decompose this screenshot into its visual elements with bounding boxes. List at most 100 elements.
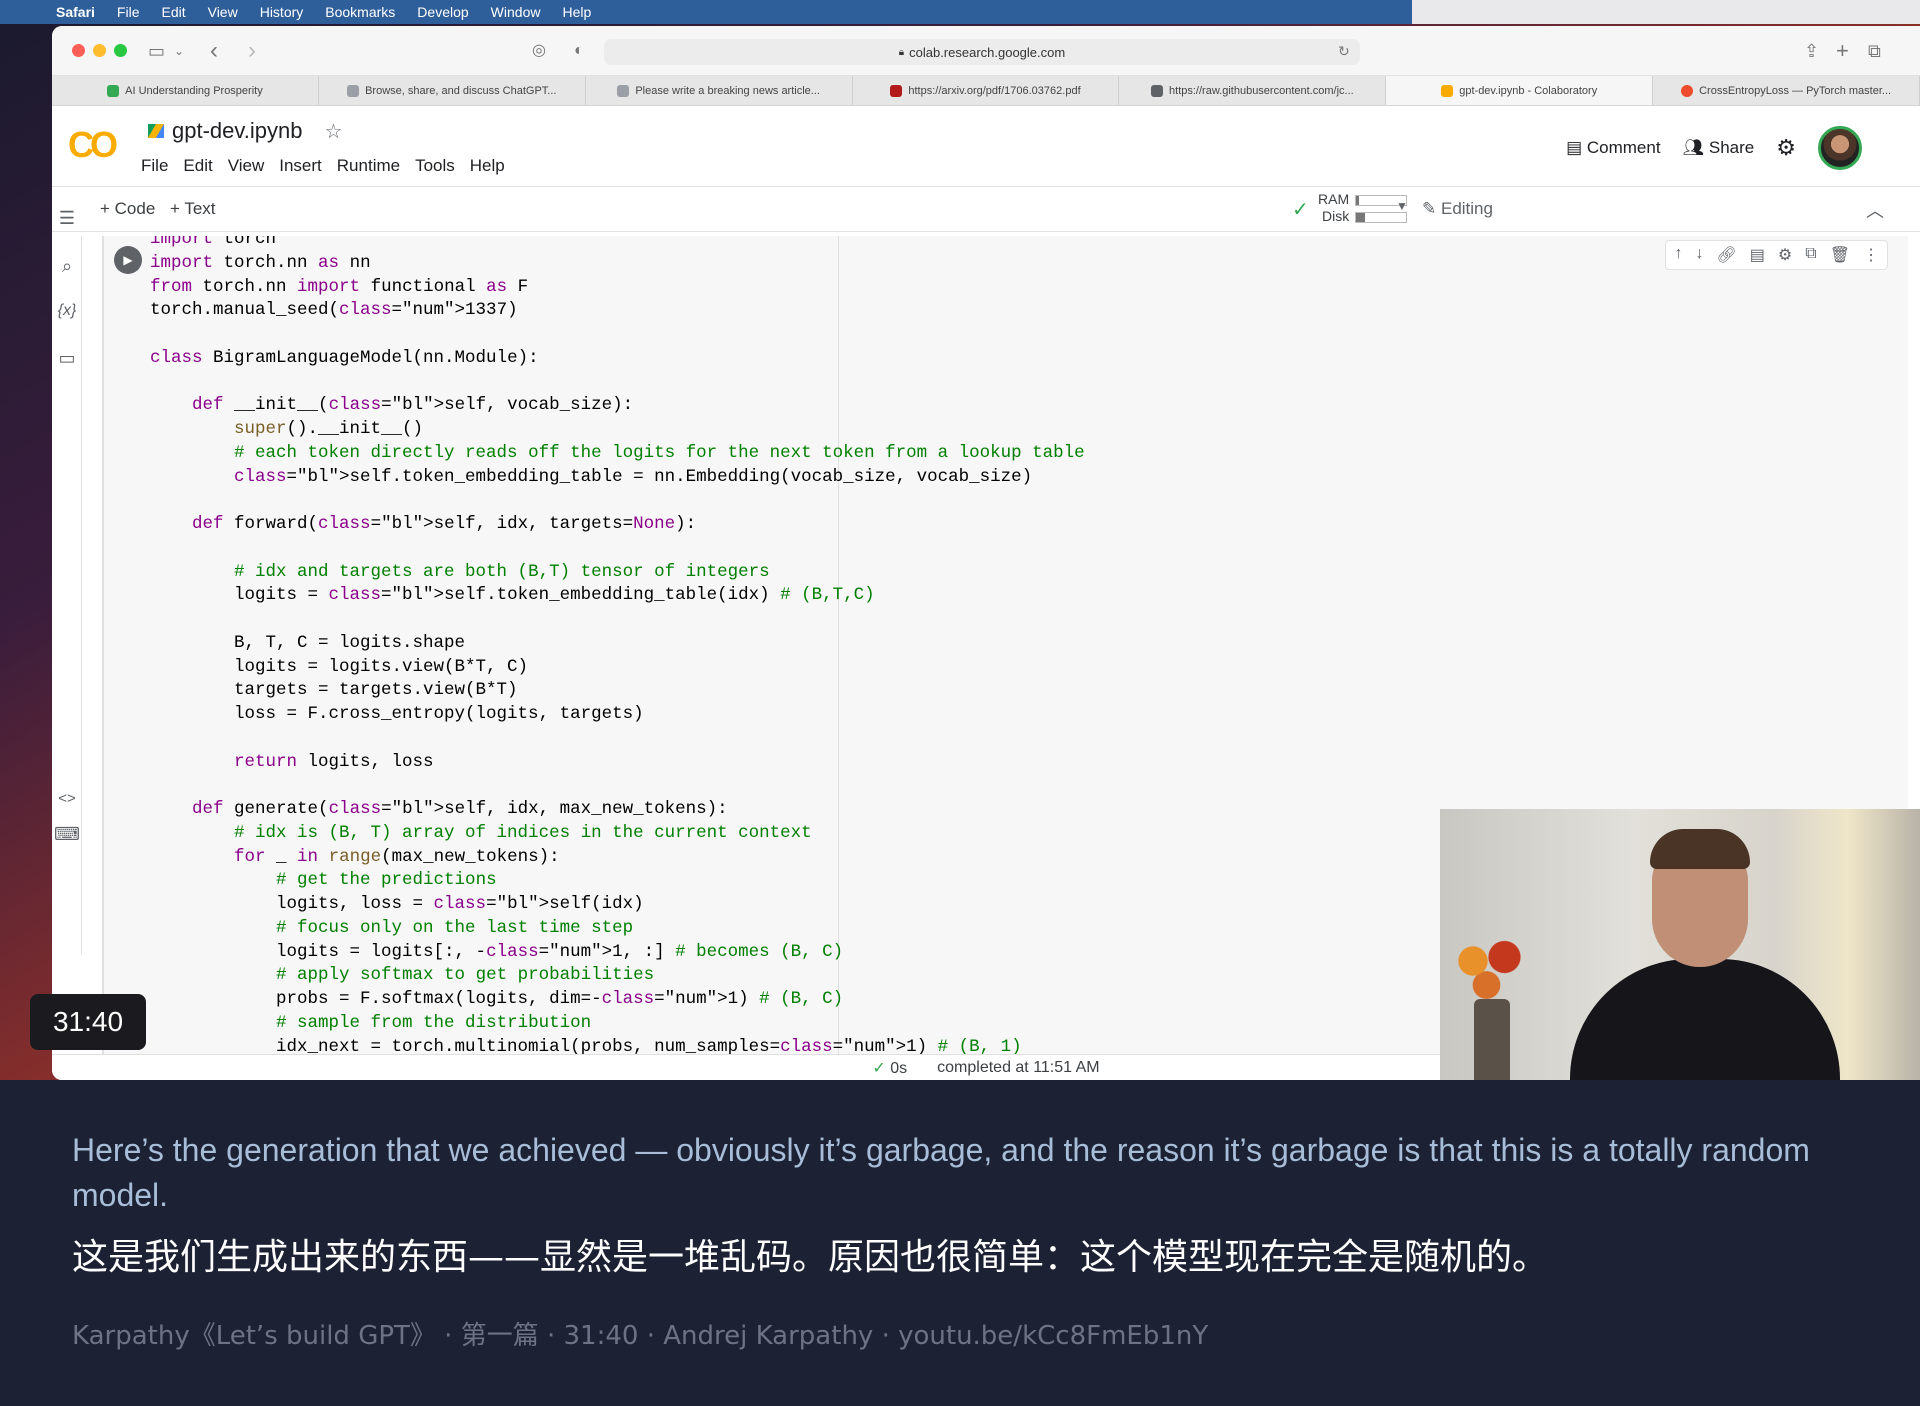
tab-breaking-news[interactable]: Please write a breaking news article... [586, 76, 853, 105]
menubar-file[interactable]: File [117, 4, 140, 20]
back-icon[interactable]: ‹ [210, 38, 218, 64]
share-button[interactable]: 👥︎ Share [1683, 138, 1755, 158]
minimize-window-button[interactable] [93, 44, 106, 57]
code-line[interactable]: targets = targets.view(B*T) [150, 679, 1085, 703]
tab-arxiv[interactable]: https://arxiv.org/pdf/1706.03762.pdf [853, 76, 1120, 105]
code-line[interactable]: def __init__(class="bl">self, vocab_size… [150, 394, 1085, 418]
link-icon[interactable]: 🔗︎ [1716, 245, 1736, 265]
menu-runtime[interactable]: Runtime [337, 156, 400, 176]
variables-icon[interactable]: {x} [54, 302, 80, 320]
menubar-window[interactable]: Window [491, 4, 541, 20]
collapse-header-icon[interactable]: ︿ [1866, 197, 1884, 223]
code-line[interactable]: return logits, loss [150, 751, 1085, 775]
code-line[interactable]: loss = F.cross_entropy(logits, targets) [150, 703, 1085, 727]
avatar[interactable] [1818, 126, 1862, 170]
code-line[interactable] [150, 537, 1085, 561]
add-code-button[interactable]: + Code [100, 199, 155, 219]
code-snippets-icon[interactable]: <> [54, 790, 80, 807]
menu-help[interactable]: Help [470, 156, 505, 176]
code-line[interactable] [150, 608, 1085, 632]
tab-colab-active[interactable]: gpt-dev.ipynb - Colaboratory [1386, 76, 1654, 105]
code-line[interactable] [150, 489, 1085, 513]
command-palette-icon[interactable]: ⌨ [54, 824, 80, 845]
menubar-history[interactable]: History [260, 4, 304, 20]
colab-logo[interactable]: CO [68, 124, 118, 166]
code-line[interactable]: import torch [150, 236, 1085, 252]
new-tab-icon[interactable]: + [1836, 38, 1849, 64]
run-cell-button[interactable]: ▶ [114, 246, 142, 274]
menu-edit[interactable]: Edit [183, 156, 212, 176]
tab-overview-icon[interactable]: ⧉ [1868, 38, 1881, 64]
code-line[interactable]: # sample from the distribution [150, 1012, 1085, 1036]
menubar-view[interactable]: View [208, 4, 238, 20]
code-line[interactable]: # focus only on the last time step [150, 917, 1085, 941]
files-folder-icon[interactable]: ▭ [54, 348, 80, 369]
comment-cell-icon[interactable]: ▤ [1750, 245, 1765, 265]
menubar-help[interactable]: Help [562, 4, 591, 20]
code-line[interactable] [150, 371, 1085, 395]
code-line[interactable]: super().__init__() [150, 418, 1085, 442]
mirror-cell-icon[interactable]: ⧉ [1805, 245, 1816, 265]
tab-pytorch[interactable]: CrossEntropyLoss — PyTorch master... [1653, 76, 1920, 105]
code-line[interactable] [150, 323, 1085, 347]
menubar-edit[interactable]: Edit [161, 4, 185, 20]
tab-github-raw[interactable]: https://raw.githubusercontent.com/jc... [1119, 76, 1387, 105]
privacy-icon[interactable]: ◎ [532, 38, 546, 64]
notebook-title[interactable]: gpt-dev.ipynb [172, 118, 302, 144]
shield-icon[interactable]: ◐ [574, 38, 584, 64]
address-bar[interactable]: 🔒︎ colab.research.google.com [604, 39, 1360, 65]
settings-gear-icon[interactable]: ⚙ [1776, 135, 1796, 161]
menubar-bookmarks[interactable]: Bookmarks [325, 4, 395, 20]
code-line[interactable]: def forward(class="bl">self, idx, target… [150, 513, 1085, 537]
search-icon[interactable]: ⌕ [54, 256, 80, 277]
move-down-icon[interactable]: ↓ [1695, 245, 1703, 265]
menu-view[interactable]: View [228, 156, 265, 176]
code-line[interactable]: logits = logits.view(B*T, C) [150, 656, 1085, 680]
chevron-down-icon[interactable]: ⌄ [174, 38, 184, 64]
code-editor[interactable]: import torch import torch.nn as nn from to… [150, 236, 1085, 1058]
reload-icon[interactable]: ↻ [1338, 38, 1350, 64]
code-line[interactable]: from torch.nn import functional as F [150, 276, 1085, 300]
code-line[interactable]: class="bl">self.token_embedding_table = … [150, 466, 1085, 490]
forward-icon[interactable]: › [248, 38, 256, 64]
menu-tools[interactable]: Tools [415, 156, 455, 176]
editing-mode-button[interactable]: ✎ Editing [1422, 199, 1493, 219]
menubar-develop[interactable]: Develop [417, 4, 468, 20]
tab-ai-understanding[interactable]: AI Understanding Prosperity [52, 76, 319, 105]
code-line[interactable]: class BigramLanguageModel(nn.Module): [150, 347, 1085, 371]
code-line[interactable]: logits = logits[:, -class="num">1, :] # … [150, 941, 1085, 965]
code-line[interactable]: # apply softmax to get probabilities [150, 964, 1085, 988]
code-line[interactable]: B, T, C = logits.shape [150, 632, 1085, 656]
code-line[interactable]: # each token directly reads off the logi… [150, 442, 1085, 466]
zoom-window-button[interactable] [114, 44, 127, 57]
comment-button[interactable]: ▤ Comment [1566, 138, 1660, 158]
code-line[interactable]: import torch.nn as nn [150, 252, 1085, 276]
more-options-icon[interactable]: ⋮ [1863, 245, 1879, 265]
star-icon[interactable]: ☆ [324, 119, 342, 144]
code-line[interactable]: logits, loss = class="bl">self(idx) [150, 893, 1085, 917]
add-text-button[interactable]: + Text [170, 199, 216, 219]
code-line[interactable]: def generate(class="bl">self, idx, max_n… [150, 798, 1085, 822]
resource-indicator[interactable]: RAM Disk [1318, 191, 1408, 225]
share-sheet-icon[interactable]: ⇪ [1804, 38, 1819, 64]
menu-insert[interactable]: Insert [279, 156, 322, 176]
table-of-contents-icon[interactable]: ☰ [54, 208, 80, 229]
menubar-app-name[interactable]: Safari [56, 4, 95, 20]
code-line[interactable]: # idx is (B, T) array of indices in the … [150, 822, 1085, 846]
code-line[interactable]: probs = F.softmax(logits, dim=-class="nu… [150, 988, 1085, 1012]
delete-icon[interactable]: 🗑︎ [1830, 245, 1850, 265]
code-line[interactable]: torch.manual_seed(class="num">1337) [150, 299, 1085, 323]
code-line[interactable] [150, 727, 1085, 751]
move-up-icon[interactable]: ↑ [1674, 245, 1682, 265]
code-line[interactable]: for _ in range(max_new_tokens): [150, 846, 1085, 870]
apple-icon[interactable] [20, 4, 36, 20]
code-line[interactable]: logits = class="bl">self.token_embedding… [150, 584, 1085, 608]
close-window-button[interactable] [72, 44, 85, 57]
code-line[interactable] [150, 774, 1085, 798]
cell-settings-icon[interactable]: ⚙ [1778, 245, 1792, 265]
code-line[interactable]: # get the predictions [150, 869, 1085, 893]
code-line[interactable]: # idx and targets are both (B,T) tensor … [150, 561, 1085, 585]
sidebar-toggle-icon[interactable]: ▭ [148, 38, 165, 64]
resource-dropdown-icon[interactable]: ▼ [1396, 199, 1408, 213]
tab-chatgpt-share[interactable]: Browse, share, and discuss ChatGPT... [319, 76, 586, 105]
